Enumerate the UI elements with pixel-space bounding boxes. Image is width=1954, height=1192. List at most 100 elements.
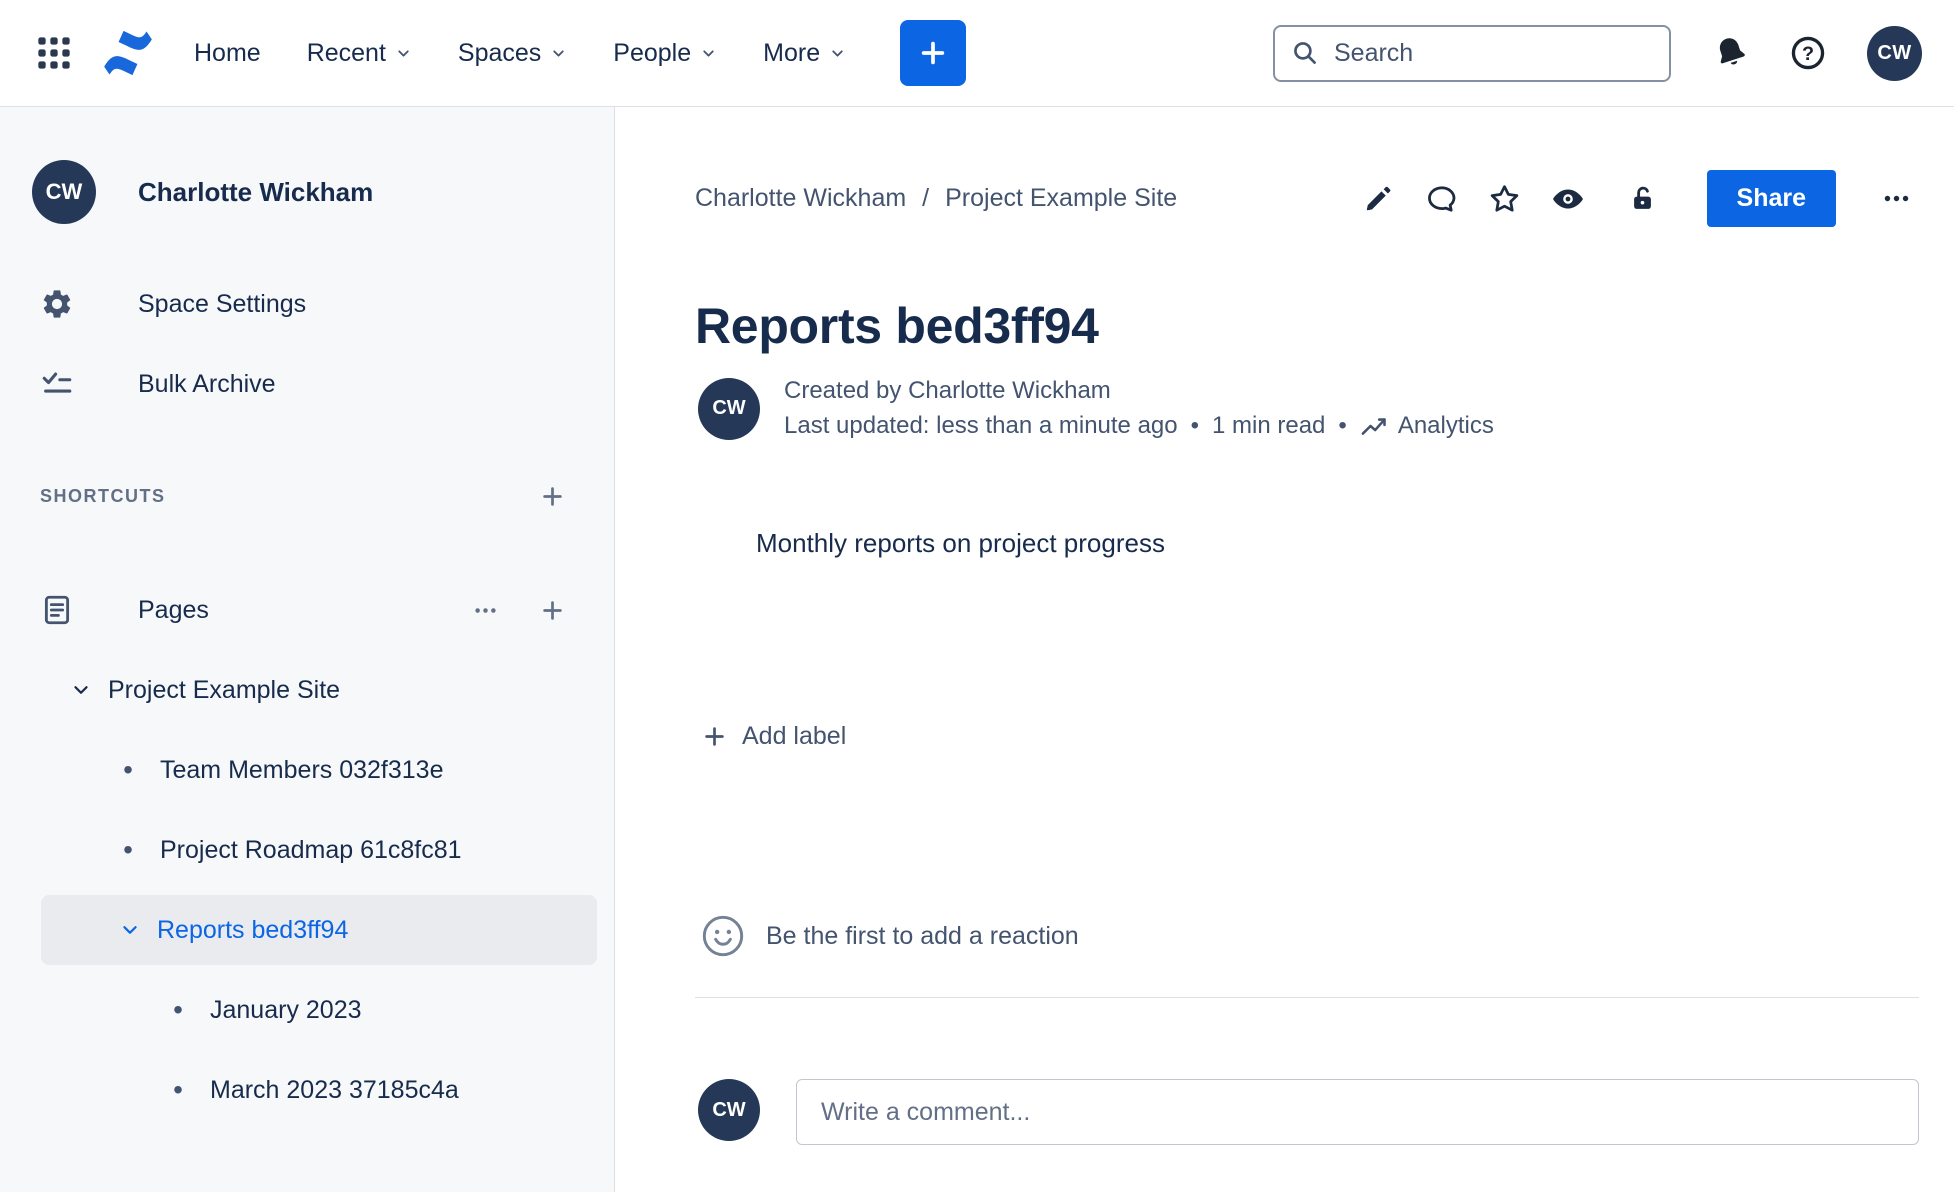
page-body-text: Monthly reports on project progress — [756, 528, 1165, 558]
tree-item-label: Team Members 032f313e — [160, 755, 444, 784]
pages-more-button[interactable] — [472, 597, 499, 624]
tree-item-project-roadmap[interactable]: • Project Roadmap 61c8fc81 — [0, 810, 614, 890]
nav-home-label: Home — [194, 38, 261, 67]
nav-spaces[interactable]: Spaces — [458, 39, 567, 68]
question-mark-icon: ? — [1791, 36, 1825, 70]
search-box[interactable] — [1273, 24, 1671, 82]
breadcrumb-space-owner[interactable]: Charlotte Wickham — [695, 184, 906, 213]
nav-people-label: People — [613, 38, 692, 67]
app-switcher-icon[interactable] — [34, 33, 74, 73]
space-name: Charlotte Wickham — [138, 176, 374, 207]
divider — [695, 997, 1919, 998]
eye-icon — [1552, 189, 1583, 208]
sidebar-item-label: Bulk Archive — [138, 369, 276, 398]
top-navigation-bar: Home Recent Spaces People More Search ? … — [0, 0, 1954, 107]
ellipsis-icon — [1884, 195, 1908, 202]
svg-text:?: ? — [1802, 43, 1814, 65]
share-button[interactable]: Share — [1706, 170, 1836, 227]
read-time-text: 1 min read — [1212, 412, 1326, 439]
tree-item-label: Project Roadmap 61c8fc81 — [160, 835, 462, 864]
star-icon — [1490, 185, 1519, 212]
confluence-logo-icon[interactable] — [102, 29, 154, 77]
tree-item-march-2023[interactable]: • March 2023 37185c4a — [0, 1050, 614, 1130]
chevron-down-icon — [703, 49, 714, 57]
tree-item-label: January 2023 — [210, 995, 362, 1024]
notifications-button[interactable] — [1713, 35, 1749, 71]
analytics-link[interactable]: Analytics — [1360, 412, 1494, 440]
bullet-icon: • — [123, 754, 133, 785]
chevron-down-icon — [832, 49, 843, 57]
nav-recent-label: Recent — [306, 38, 386, 67]
sidebar-item-label: Space Settings — [138, 289, 307, 318]
sidebar-item-space-settings[interactable]: Space Settings — [0, 271, 614, 337]
page-tree: Project Example Site • Team Members 032f… — [0, 650, 614, 1130]
primary-nav: Home Recent Spaces People More — [194, 39, 846, 68]
shortcuts-heading: SHORTCUTS — [40, 485, 166, 506]
author-avatar[interactable]: CW — [698, 377, 760, 440]
topnav-right-cluster: ? CW — [1713, 25, 1922, 81]
add-page-button[interactable] — [539, 597, 566, 624]
page-content: Charlotte Wickham / Project Example Site… — [616, 107, 1954, 1192]
plus-icon — [921, 41, 945, 65]
add-reaction-button[interactable] — [700, 913, 746, 959]
watch-button[interactable] — [1545, 176, 1591, 222]
nav-recent[interactable]: Recent — [307, 39, 412, 68]
last-updated-text[interactable]: Last updated: less than a minute ago — [784, 412, 1178, 440]
analytics-label: Analytics — [1397, 412, 1494, 439]
bullet-icon: • — [173, 994, 183, 1025]
add-shortcut-button[interactable] — [539, 483, 566, 510]
page-title: Reports bed3ff94 — [695, 297, 1099, 354]
search-icon — [1294, 42, 1316, 64]
edit-button[interactable] — [1356, 176, 1402, 222]
breadcrumb-space[interactable]: Project Example Site — [945, 184, 1177, 213]
comment-input[interactable] — [796, 1079, 1919, 1145]
bell-icon — [1708, 30, 1753, 75]
comment-button[interactable] — [1419, 176, 1465, 222]
tree-item-team-members[interactable]: • Team Members 032f313e — [0, 730, 614, 810]
created-by-text: Created by Charlotte Wickham — [784, 377, 1111, 404]
tree-item-project-example-site[interactable]: Project Example Site — [0, 650, 614, 730]
tree-item-reports-selected[interactable]: Reports bed3ff94 — [41, 895, 597, 965]
chevron-down-icon — [398, 49, 409, 57]
space-header[interactable]: CW Charlotte Wickham — [0, 159, 614, 225]
nav-home[interactable]: Home — [194, 39, 261, 68]
space-sidebar: CW Charlotte Wickham Space Settings Bulk… — [0, 107, 615, 1192]
chevron-down-icon[interactable] — [70, 679, 92, 701]
pages-icon — [44, 595, 70, 625]
chevron-down-icon[interactable] — [119, 919, 141, 941]
plus-icon — [543, 600, 562, 620]
nav-spaces-label: Spaces — [457, 38, 542, 67]
tree-item-january-2023[interactable]: • January 2023 — [0, 970, 614, 1050]
nav-people[interactable]: People — [613, 39, 717, 68]
space-avatar: CW — [32, 160, 96, 224]
nav-more-label: More — [763, 38, 821, 67]
pages-section-header[interactable]: Pages — [0, 578, 614, 642]
bullet-icon: • — [123, 834, 133, 865]
comment-section: CW — [698, 1079, 1919, 1145]
smiley-icon — [702, 915, 744, 957]
create-button[interactable] — [900, 20, 967, 86]
separator-dot: • — [1190, 412, 1200, 439]
commenter-avatar: CW — [698, 1079, 760, 1141]
bulk-archive-icon — [42, 372, 72, 393]
favorite-button[interactable] — [1482, 176, 1528, 222]
sidebar-item-bulk-archive[interactable]: Bulk Archive — [0, 351, 614, 417]
nav-more[interactable]: More — [763, 39, 846, 68]
restrictions-button[interactable] — [1620, 176, 1666, 222]
more-actions-button[interactable] — [1873, 176, 1919, 222]
reactions: Be the first to add a reaction — [700, 913, 1079, 959]
tree-item-label: Reports bed3ff94 — [157, 915, 349, 944]
add-label-text: Add label — [742, 722, 847, 750]
add-label-button[interactable]: Add label — [701, 722, 846, 751]
ellipsis-icon — [475, 607, 496, 613]
shortcuts-section-header: SHORTCUTS — [0, 471, 614, 521]
breadcrumb-separator: / — [922, 184, 930, 212]
byline: CW Created by Charlotte Wickham Last upd… — [698, 377, 1494, 440]
user-avatar[interactable]: CW — [1867, 25, 1922, 81]
search-input[interactable] — [1332, 37, 1653, 69]
pencil-icon — [1366, 186, 1391, 211]
help-button[interactable]: ? — [1789, 34, 1827, 72]
plus-icon — [705, 727, 724, 746]
reaction-prompt: Be the first to add a reaction — [766, 921, 1079, 950]
analytics-icon — [1361, 418, 1386, 435]
